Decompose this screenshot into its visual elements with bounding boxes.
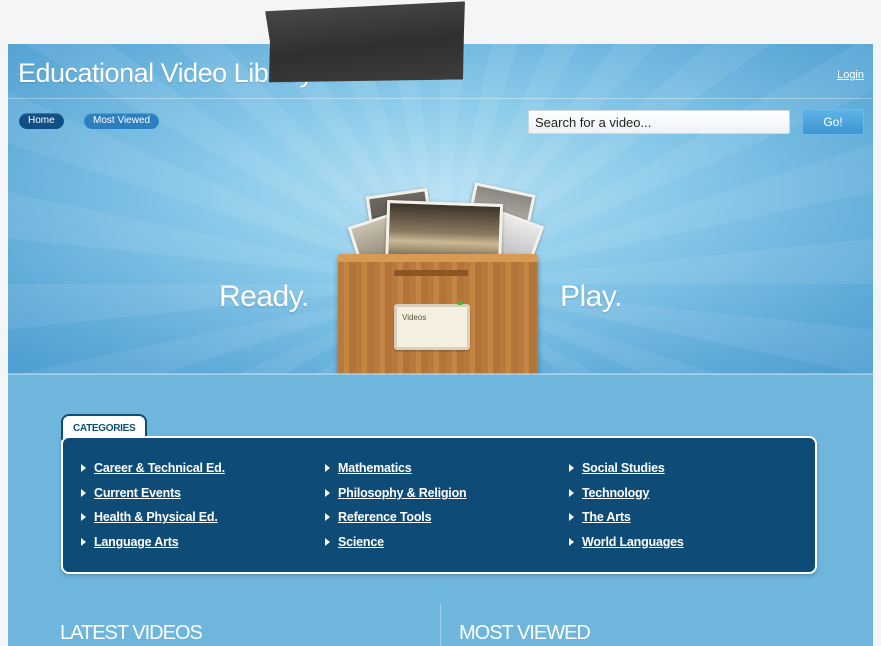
login-link[interactable]: Login bbox=[837, 69, 864, 81]
category-link[interactable]: Social Studies bbox=[569, 456, 684, 481]
triangle-bullet-icon bbox=[569, 464, 574, 473]
crate-label: Videos bbox=[394, 301, 470, 350]
triangle-bullet-icon bbox=[325, 537, 330, 546]
triangle-bullet-icon bbox=[569, 488, 574, 497]
crate-lip bbox=[338, 254, 538, 262]
triangle-bullet-icon bbox=[81, 537, 86, 546]
category-link[interactable]: Reference Tools bbox=[325, 505, 466, 530]
triangle-bullet-icon bbox=[569, 537, 574, 546]
triangle-bullet-icon bbox=[81, 464, 86, 473]
crate-label-text: Videos bbox=[402, 313, 427, 322]
hero-banner: Educational Video Library Login Home Mos… bbox=[8, 44, 873, 374]
category-label[interactable]: Science bbox=[338, 535, 384, 549]
video-box-illustration: Videos bbox=[328, 182, 548, 374]
category-label[interactable]: Reference Tools bbox=[338, 510, 432, 524]
category-label[interactable]: Health & Physical Ed. bbox=[94, 510, 218, 524]
nav-most-viewed-button[interactable]: Most Viewed bbox=[84, 113, 160, 129]
hero-divider bbox=[8, 373, 873, 375]
category-label[interactable]: Philosophy & Religion bbox=[338, 486, 467, 500]
site-title: Educational Video Library bbox=[18, 58, 313, 88]
section-divider bbox=[440, 604, 441, 646]
category-link[interactable]: Philosophy & Religion bbox=[325, 481, 467, 506]
categories-panel: Career & Technical Ed. Current Events He… bbox=[61, 436, 817, 574]
category-link[interactable]: The Arts bbox=[569, 505, 684, 530]
category-link[interactable]: Science bbox=[325, 530, 466, 555]
category-column: Social Studies Technology The Arts World… bbox=[569, 456, 684, 554]
most-viewed-heading: MOST VIEWED bbox=[459, 622, 591, 644]
category-label[interactable]: The Arts bbox=[582, 510, 631, 524]
triangle-bullet-icon bbox=[81, 488, 86, 497]
category-link[interactable]: Technology bbox=[569, 481, 684, 506]
label-tab-icon bbox=[457, 301, 463, 305]
category-link[interactable]: Current Events bbox=[81, 481, 225, 506]
category-label[interactable]: Career & Technical Ed. bbox=[94, 461, 225, 475]
nav-home-button[interactable]: Home bbox=[19, 113, 64, 129]
category-column: Career & Technical Ed. Current Events He… bbox=[81, 456, 225, 554]
search-go-button[interactable]: Go! bbox=[802, 109, 864, 135]
triangle-bullet-icon bbox=[81, 513, 86, 522]
category-link[interactable]: World Languages bbox=[569, 530, 684, 555]
category-column: Mathematics Philosophy & Religion Refere… bbox=[325, 456, 467, 555]
triangle-bullet-icon bbox=[325, 464, 330, 473]
search-input[interactable] bbox=[528, 110, 790, 134]
category-label[interactable]: Current Events bbox=[94, 486, 181, 500]
triangle-bullet-icon bbox=[325, 513, 330, 522]
tagline-play: Play. bbox=[560, 280, 622, 313]
crate-handle-slot bbox=[394, 270, 468, 276]
triangle-bullet-icon bbox=[325, 488, 330, 497]
header-divider bbox=[8, 98, 873, 99]
category-label[interactable]: Mathematics bbox=[338, 461, 412, 475]
triangle-bullet-icon bbox=[569, 513, 574, 522]
category-label[interactable]: Social Studies bbox=[582, 461, 665, 475]
tagline-ready: Ready. bbox=[219, 280, 309, 313]
page: Educational Video Library Login Home Mos… bbox=[8, 44, 873, 646]
category-label[interactable]: Language Arts bbox=[94, 535, 179, 549]
category-link[interactable]: Career & Technical Ed. bbox=[81, 456, 225, 481]
category-link[interactable]: Language Arts bbox=[81, 530, 225, 555]
category-label[interactable]: Technology bbox=[582, 486, 649, 500]
latest-videos-heading: LATEST VIDEOS bbox=[60, 622, 203, 644]
category-link[interactable]: Health & Physical Ed. bbox=[81, 505, 225, 530]
category-label[interactable]: World Languages bbox=[582, 535, 684, 549]
category-link[interactable]: Mathematics bbox=[325, 456, 466, 481]
redaction-tape bbox=[265, 1, 467, 84]
